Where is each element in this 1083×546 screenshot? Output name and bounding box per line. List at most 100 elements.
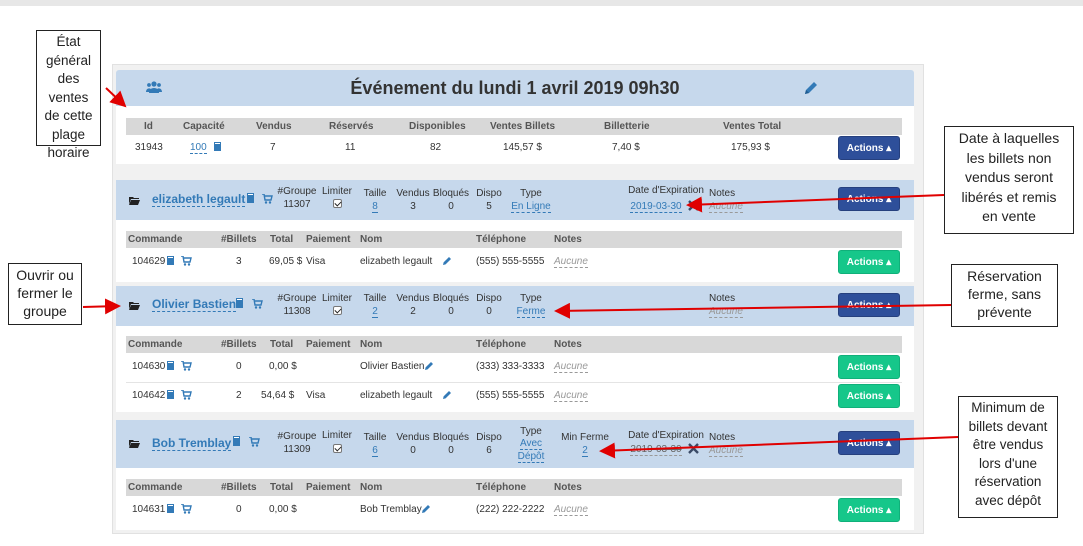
label-limiter: Limiter <box>321 430 352 441</box>
order-notes-link[interactable]: Aucune <box>554 390 588 402</box>
taille-link[interactable]: 2 <box>360 306 390 318</box>
group-actions-button[interactable]: Actions ▴ <box>838 293 900 317</box>
type-link-line1[interactable]: Avec <box>508 438 554 450</box>
label-vendus: Vendus <box>396 188 430 199</box>
date-expiration-link[interactable]: 2019-03-30 <box>621 201 691 213</box>
date-expiration-link[interactable]: 2019-03-30 <box>621 444 691 456</box>
label-bloques: Bloqués <box>432 188 470 199</box>
order-number: 104642 <box>132 390 166 401</box>
edit-pencil-icon[interactable] <box>442 256 452 269</box>
clear-date-x-icon[interactable] <box>688 200 699 214</box>
label-taille: Taille <box>363 293 387 304</box>
label-min-ferme: Min Ferme <box>561 432 609 443</box>
capacite-link[interactable]: 100 <box>190 142 207 154</box>
limiter-checkbox[interactable] <box>321 306 353 318</box>
event-body: Id Capacité Vendus Réservés Disponibles … <box>116 106 914 164</box>
label-date-expiration: Date d'Expiration <box>628 185 704 196</box>
value-groupe: 11308 <box>283 306 311 317</box>
col-disponibles: Disponibles <box>409 121 466 132</box>
event-disponibles: 82 <box>430 142 442 153</box>
label-notes: Notes <box>709 432 736 443</box>
cart-icon[interactable] <box>181 503 192 517</box>
order-row: 104631 0 0,00 $ Bob Tremblay (222) 222-2… <box>132 503 588 517</box>
event-vendus: 7 <box>270 142 276 153</box>
order-number: 104631 <box>132 504 166 515</box>
clear-date-x-icon[interactable] <box>688 443 699 457</box>
cart-icon[interactable] <box>181 255 192 269</box>
book-icon <box>213 142 222 155</box>
type-link[interactable]: Ferme <box>508 306 554 318</box>
event-actions-button[interactable]: Actions ▴ <box>838 136 900 160</box>
notes-link[interactable]: Aucune <box>709 306 743 318</box>
order-notes-link[interactable]: Aucune <box>554 256 588 268</box>
order-notes-link[interactable]: Aucune <box>554 504 588 516</box>
order-name: Bob Tremblay <box>360 504 422 515</box>
notes-link[interactable]: Aucune <box>709 201 743 213</box>
folder-open-icon[interactable] <box>129 196 140 208</box>
group-orders-olivier: Commande #Billets Total Paiement Nom Tél… <box>116 326 914 412</box>
edit-pencil-icon[interactable] <box>424 361 434 374</box>
book-icon[interactable] <box>246 193 255 207</box>
book-icon[interactable] <box>166 256 175 269</box>
label-bloques: Bloqués <box>432 293 470 304</box>
value-vendus: 2 <box>410 306 416 317</box>
group-name-link[interactable]: elizabeth legault <box>152 192 246 207</box>
order-name-link[interactable]: elizabeth legault <box>360 256 432 267</box>
order-notes-link[interactable]: Aucune <box>554 361 588 373</box>
group-actions-button[interactable]: Actions ▴ <box>838 187 900 211</box>
folder-open-icon[interactable] <box>129 301 140 313</box>
edit-pencil-icon[interactable] <box>421 504 431 517</box>
taille-link[interactable]: 6 <box>360 445 390 457</box>
folder-open-icon[interactable] <box>129 439 140 451</box>
label-dispo: Dispo <box>476 293 502 304</box>
col-capacite: Capacité <box>183 121 225 132</box>
label-vendus: Vendus <box>396 293 430 304</box>
order-actions-button[interactable]: Actions ▴ <box>838 384 900 408</box>
cart-icon[interactable] <box>252 298 263 312</box>
value-dispo: 6 <box>486 445 492 456</box>
value-dispo: 0 <box>486 306 492 317</box>
type-link-line2[interactable]: Dépôt <box>508 451 554 463</box>
order-number: 104630 <box>132 361 166 372</box>
book-icon[interactable] <box>232 436 241 450</box>
group-name-link[interactable]: Bob Tremblay <box>152 436 232 451</box>
order-row: 104630 0 0,00 $ Olivier Bastien (333) 33… <box>132 360 588 374</box>
book-icon[interactable] <box>235 298 244 312</box>
taille-link[interactable]: 8 <box>360 201 390 213</box>
min-ferme-link[interactable]: 2 <box>560 445 610 457</box>
value-bloques: 0 <box>448 306 454 317</box>
cart-icon[interactable] <box>262 193 273 207</box>
notes-link[interactable]: Aucune <box>709 445 743 457</box>
callout-minimum-billets: Minimum de billets devant être vendus lors… <box>958 396 1058 518</box>
order-actions-button[interactable]: Actions ▴ <box>838 355 900 379</box>
event-reserves: 11 <box>345 142 356 153</box>
edit-title-pencil-icon[interactable] <box>803 80 819 101</box>
order-name-link[interactable]: elizabeth legault <box>360 390 432 401</box>
cart-icon[interactable] <box>249 436 260 450</box>
order-actions-button[interactable]: Actions ▴ <box>838 250 900 274</box>
book-icon[interactable] <box>166 504 175 517</box>
col-reserves: Réservés <box>329 121 374 132</box>
book-icon[interactable] <box>166 390 175 403</box>
label-vendus: Vendus <box>396 432 430 443</box>
type-link[interactable]: En Ligne <box>508 201 554 213</box>
cart-icon[interactable] <box>181 360 192 374</box>
cart-icon[interactable] <box>181 389 192 403</box>
callout-etat-general: État général des ventes de cette plage horai… <box>36 30 101 160</box>
order-actions-button[interactable]: Actions ▴ <box>838 498 900 522</box>
label-groupe: #Groupe <box>277 431 317 442</box>
group-actions-button[interactable]: Actions ▴ <box>838 431 900 455</box>
book-icon[interactable] <box>166 361 175 374</box>
group-header-elizabeth: elizabeth legault #Groupe 11307 Limiter … <box>116 180 914 220</box>
label-taille: Taille <box>363 432 387 443</box>
limiter-checkbox[interactable] <box>321 199 353 211</box>
edit-pencil-icon[interactable] <box>442 390 452 403</box>
value-groupe: 11309 <box>283 444 311 455</box>
event-id: 31943 <box>135 142 163 153</box>
callout-date-expiration: Date à laquelles les billets non vendus se… <box>944 126 1074 234</box>
limiter-checkbox[interactable] <box>321 444 353 456</box>
group-name-link[interactable]: Olivier Bastien <box>152 297 237 312</box>
event-ventes-total: 175,93 $ <box>731 142 770 153</box>
col-id: Id <box>144 121 153 132</box>
order-number: 104629 <box>132 256 166 267</box>
